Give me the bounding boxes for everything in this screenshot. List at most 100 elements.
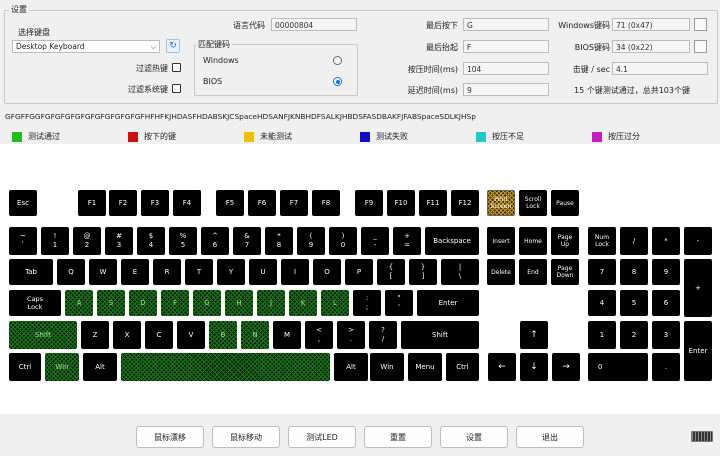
settings-button[interactable]: 设置 <box>440 426 508 448</box>
key-num-divide[interactable]: / <box>620 227 648 255</box>
key-page-down[interactable]: Page Down <box>551 259 579 285</box>
key-backslash[interactable]: | \ <box>441 259 479 285</box>
key-f10[interactable]: F10 <box>387 190 415 216</box>
key-num-decimal[interactable]: . <box>652 353 680 381</box>
key-s[interactable]: S <box>97 290 125 316</box>
key-m[interactable]: M <box>273 321 301 349</box>
test-led-button[interactable]: 测试LED <box>288 426 356 448</box>
key-r[interactable]: R <box>153 259 181 285</box>
key-num-enter[interactable]: Enter <box>684 321 712 381</box>
key-q[interactable]: Q <box>57 259 85 285</box>
key-minus[interactable]: _ - <box>361 227 389 255</box>
key-right-alt[interactable]: Alt <box>334 353 368 381</box>
key-tilde[interactable]: ~ ` <box>9 227 37 255</box>
key-left-ctrl[interactable]: Ctrl <box>9 353 41 381</box>
key-page-up[interactable]: Page Up <box>551 227 579 255</box>
key-num-2[interactable]: 2 <box>620 321 648 349</box>
key-left-win[interactable]: Win <box>45 353 79 381</box>
key-d[interactable]: D <box>129 290 157 316</box>
key-p[interactable]: P <box>345 259 373 285</box>
key-space[interactable] <box>121 353 330 381</box>
key-tab[interactable]: Tab <box>9 259 53 285</box>
key-left-bracket[interactable]: { [ <box>377 259 405 285</box>
key-f7[interactable]: F7 <box>280 190 308 216</box>
key-3[interactable]: # 3 <box>105 227 133 255</box>
key-pause[interactable]: Pause <box>551 190 579 216</box>
key-y[interactable]: Y <box>217 259 245 285</box>
key-a[interactable]: A <box>65 290 93 316</box>
key-v[interactable]: V <box>177 321 205 349</box>
key-f12[interactable]: F12 <box>451 190 479 216</box>
key-num-1[interactable]: 1 <box>588 321 616 349</box>
key-end[interactable]: End <box>519 259 547 285</box>
refresh-icon[interactable]: ↻ <box>166 39 180 53</box>
key-num-6[interactable]: 6 <box>652 290 680 316</box>
key-num-0[interactable]: 0 <box>588 353 648 381</box>
key-5[interactable]: % 5 <box>169 227 197 255</box>
key-f11[interactable]: F11 <box>419 190 447 216</box>
key-f4[interactable]: F4 <box>173 190 201 216</box>
key-f9[interactable]: F9 <box>355 190 383 216</box>
key-arrow-down[interactable]: ↓ <box>520 353 548 381</box>
key-scroll-lock[interactable]: Scroll Lock <box>519 190 547 216</box>
key-right-win[interactable]: Win <box>370 353 404 381</box>
key-delete[interactable]: Delete <box>487 259 515 285</box>
key-o[interactable]: O <box>313 259 341 285</box>
key-f5[interactable]: F5 <box>216 190 244 216</box>
key-4[interactable]: $ 4 <box>137 227 165 255</box>
key-num-4[interactable]: 4 <box>588 290 616 316</box>
key-home[interactable]: Home <box>519 227 547 255</box>
key-comma[interactable]: < , <box>305 321 333 349</box>
exit-button[interactable]: 退出 <box>516 426 584 448</box>
key-insert[interactable]: Insert <box>487 227 515 255</box>
key-num-3[interactable]: 3 <box>652 321 680 349</box>
key-right-bracket[interactable]: } ] <box>409 259 437 285</box>
key-quote[interactable]: " ' <box>385 290 413 316</box>
key-left-shift[interactable]: Shift <box>9 321 77 349</box>
key-f6[interactable]: F6 <box>248 190 276 216</box>
key-h[interactable]: H <box>225 290 253 316</box>
key-semicolon[interactable]: : ; <box>353 290 381 316</box>
keyboard-select[interactable]: Desktop Keyboard ⌵ <box>12 40 160 53</box>
key-num-subtract[interactable]: - <box>684 227 712 255</box>
key-num-8[interactable]: 8 <box>620 259 648 285</box>
key-f1[interactable]: F1 <box>78 190 106 216</box>
key-z[interactable]: Z <box>81 321 109 349</box>
key-esc[interactable]: Esc <box>9 190 37 216</box>
key-b[interactable]: B <box>209 321 237 349</box>
key-e[interactable]: E <box>121 259 149 285</box>
key-print-screen[interactable]: Print Screen <box>487 190 515 216</box>
key-period[interactable]: > . <box>337 321 365 349</box>
key-num-7[interactable]: 7 <box>588 259 616 285</box>
key-w[interactable]: W <box>89 259 117 285</box>
key-slash[interactable]: ? / <box>369 321 397 349</box>
radio-windows[interactable] <box>333 56 342 65</box>
key-c[interactable]: C <box>145 321 173 349</box>
key-i[interactable]: I <box>281 259 309 285</box>
key-arrow-up[interactable]: ↑ <box>520 321 548 349</box>
filter-hotkeys-checkbox[interactable] <box>172 63 181 72</box>
key-f[interactable]: F <box>161 290 189 316</box>
key-num-5[interactable]: 5 <box>620 290 648 316</box>
key-arrow-left[interactable]: ← <box>488 353 516 381</box>
key-num-9[interactable]: 9 <box>652 259 680 285</box>
key-right-ctrl[interactable]: Ctrl <box>446 353 479 381</box>
mouse-hover-button[interactable]: 鼠标漂移 <box>136 426 204 448</box>
key-2[interactable]: @ 2 <box>73 227 101 255</box>
key-backspace[interactable]: Backspace <box>425 227 479 255</box>
key-num-add[interactable]: + <box>684 259 712 317</box>
key-9[interactable]: ( 9 <box>297 227 325 255</box>
key-t[interactable]: T <box>185 259 213 285</box>
key-6[interactable]: ^ 6 <box>201 227 229 255</box>
key-f3[interactable]: F3 <box>141 190 169 216</box>
key-1[interactable]: ! 1 <box>41 227 69 255</box>
key-l[interactable]: L <box>321 290 349 316</box>
key-k[interactable]: K <box>289 290 317 316</box>
key-j[interactable]: J <box>257 290 285 316</box>
key-num-lock[interactable]: Num Lock <box>588 227 616 255</box>
key-f2[interactable]: F2 <box>109 190 137 216</box>
key-u[interactable]: U <box>249 259 277 285</box>
key-x[interactable]: X <box>113 321 141 349</box>
key-enter[interactable]: Enter <box>417 290 479 316</box>
filter-system-keys-checkbox[interactable] <box>172 84 181 93</box>
